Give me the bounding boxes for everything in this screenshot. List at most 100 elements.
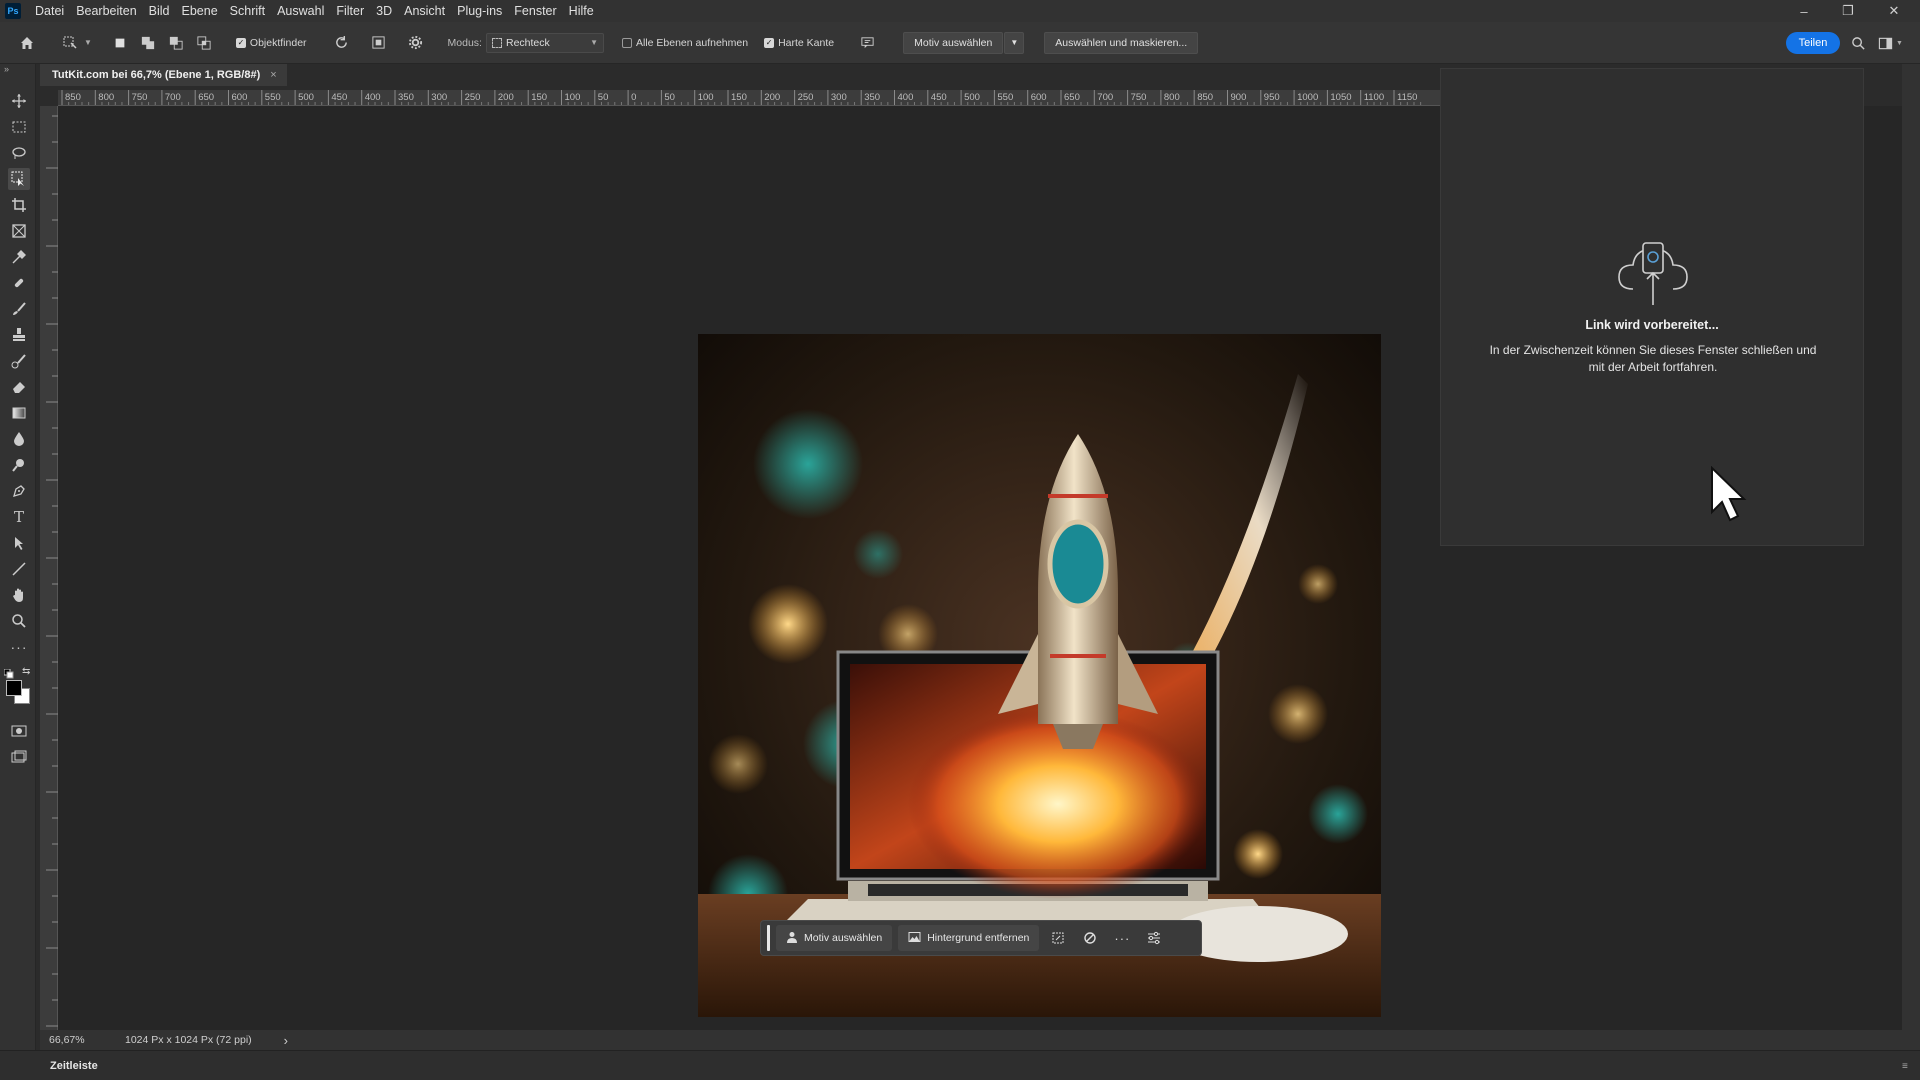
path-selection-tool-icon[interactable]	[8, 532, 30, 554]
quick-mask-icon[interactable]	[8, 720, 30, 742]
line-tool-icon[interactable]	[8, 558, 30, 580]
horizontal-ruler[interactable]: 850 800 750 700 650 600 550 500 450 400 350 300 250 2…	[58, 90, 1590, 106]
alle-ebenen-checkbox[interactable]: Alle Ebenen aufnehmen	[621, 37, 748, 49]
eraser-tool-icon[interactable]	[8, 376, 30, 398]
add-selection-icon[interactable]	[137, 32, 159, 54]
search-icon[interactable]	[1848, 33, 1868, 53]
settings-sliders-icon[interactable]	[1141, 925, 1167, 951]
ruler-label: 1000	[1297, 92, 1319, 103]
menu-ebene[interactable]: Ebene	[176, 4, 224, 18]
more-options-icon[interactable]: ···	[1109, 925, 1135, 951]
marquee-tool-icon[interactable]	[8, 116, 30, 138]
panel-menu-icon[interactable]: ≡	[1902, 1061, 1908, 1072]
dodge-tool-icon[interactable]	[8, 454, 30, 476]
menu-bild[interactable]: Bild	[143, 4, 176, 18]
gradient-tool-icon[interactable]	[8, 402, 30, 424]
timeline-tab[interactable]: Zeitleiste	[50, 1060, 98, 1072]
objektfinder-checkbox[interactable]: ✓ Objektfinder	[235, 37, 307, 49]
document-image[interactable]	[698, 334, 1381, 1017]
remove-background-button[interactable]: Hintergrund entfernen	[898, 925, 1040, 951]
history-brush-tool-icon[interactable]	[8, 350, 30, 372]
hand-tool-icon[interactable]	[8, 584, 30, 606]
select-subject-button[interactable]: Motiv auswählen	[776, 925, 893, 951]
crop-tool-icon[interactable]	[8, 194, 30, 216]
restore-button[interactable]: ❐	[1826, 0, 1870, 22]
menu-ansicht[interactable]: Ansicht	[398, 4, 451, 18]
lasso-tool-icon[interactable]	[8, 142, 30, 164]
share-button[interactable]: Teilen	[1786, 32, 1840, 54]
blur-tool-icon[interactable]	[8, 428, 30, 450]
motiv-auswaehlen-button[interactable]: Motiv auswählen	[903, 31, 1004, 54]
default-colors-icon[interactable]	[3, 666, 14, 679]
ruler-label: 1100	[1363, 92, 1385, 103]
move-tool-icon[interactable]	[8, 90, 30, 112]
menu-bearbeiten[interactable]: Bearbeiten	[70, 4, 142, 18]
chevron-down-icon[interactable]: ▼	[1004, 31, 1025, 54]
vertical-ruler[interactable]	[40, 106, 58, 1030]
ruler-label: 250	[464, 92, 481, 103]
modus-select[interactable]: Rechteck ▼	[485, 32, 604, 53]
show-objects-icon[interactable]	[368, 32, 390, 54]
intersect-selection-icon[interactable]	[193, 32, 215, 54]
document-tab[interactable]: TutKit.com bei 66,7% (Ebene 1, RGB/8#) ×	[40, 64, 287, 86]
ruler-label: 0	[631, 92, 637, 103]
ruler-label: 450	[930, 92, 947, 103]
frame-tool-icon[interactable]	[8, 220, 30, 242]
eyedropper-tool-icon[interactable]	[8, 246, 30, 268]
close-tab-icon[interactable]: ×	[270, 69, 276, 81]
feedback-icon[interactable]	[856, 32, 878, 54]
pen-tool-icon[interactable]	[8, 480, 30, 502]
refresh-icon[interactable]	[331, 32, 353, 54]
clone-stamp-tool-icon[interactable]	[8, 324, 30, 346]
object-selection-tool-icon[interactable]	[8, 168, 30, 190]
menu-auswahl[interactable]: Auswahl	[271, 4, 330, 18]
new-selection-icon[interactable]	[109, 32, 131, 54]
mask-icon[interactable]	[1077, 925, 1103, 951]
screen-mode-icon[interactable]	[8, 746, 30, 768]
object-selection-preset-icon[interactable]	[59, 32, 81, 54]
subtract-selection-icon[interactable]	[165, 32, 187, 54]
rectangle-icon	[491, 37, 502, 48]
ruler-label: 100	[697, 92, 714, 103]
ruler-label: 100	[564, 92, 581, 103]
healing-brush-tool-icon[interactable]	[8, 272, 30, 294]
transform-selection-icon[interactable]	[1045, 925, 1071, 951]
ruler-label: 750	[131, 92, 148, 103]
rocket-laptop-artwork	[698, 334, 1381, 1017]
status-menu-arrow[interactable]: ›	[284, 1033, 288, 1048]
chevron-down-icon[interactable]: ▼	[84, 38, 92, 47]
status-bar: 66,67% 1024 Px x 1024 Px (72 ppi) ›	[40, 1030, 1902, 1050]
auswaehlen-maskieren-button[interactable]: Auswählen und maskieren...	[1044, 31, 1199, 54]
type-tool-icon[interactable]: T	[8, 506, 30, 528]
minimize-button[interactable]: –	[1782, 0, 1826, 22]
foreground-color-swatch[interactable]	[6, 680, 22, 696]
ruler-label: 1150	[1397, 92, 1418, 103]
ruler-label: 150	[531, 92, 548, 103]
menu-schrift[interactable]: Schrift	[224, 4, 271, 18]
harte-kante-checkbox[interactable]: ✓ Harte Kante	[764, 37, 834, 49]
contextual-task-bar: Motiv auswählen Hintergrund entfernen ··…	[760, 920, 1202, 956]
zoom-level[interactable]: 66,67%	[49, 1034, 109, 1046]
swap-colors-icon[interactable]: ⇆	[22, 666, 30, 677]
document-title: TutKit.com bei 66,7% (Ebene 1, RGB/8#)	[52, 69, 261, 81]
menu-fenster[interactable]: Fenster	[508, 4, 562, 18]
more-tools-icon[interactable]: ···	[8, 636, 30, 658]
drag-handle[interactable]	[767, 925, 770, 951]
menu-filter[interactable]: Filter	[330, 4, 370, 18]
zoom-tool-icon[interactable]	[8, 610, 30, 632]
close-window-button[interactable]: ✕	[1872, 0, 1916, 22]
ruler-label: 850	[65, 92, 81, 103]
ruler-label: 500	[298, 92, 314, 103]
workspace-icon[interactable]: ▼	[1878, 33, 1908, 53]
menu-datei[interactable]: Datei	[29, 4, 70, 18]
ruler-label: 800	[98, 92, 115, 103]
ruler-label: 50	[664, 92, 675, 103]
menu-3d[interactable]: 3D	[370, 4, 398, 18]
menu-plugins[interactable]: Plug-ins	[451, 4, 508, 18]
brush-tool-icon[interactable]	[8, 298, 30, 320]
home-icon[interactable]	[16, 32, 38, 54]
gear-icon[interactable]	[405, 32, 427, 54]
menu-hilfe[interactable]: Hilfe	[563, 4, 600, 18]
ruler-label: 600	[1030, 92, 1047, 103]
collapse-icon[interactable]: »	[4, 64, 9, 74]
